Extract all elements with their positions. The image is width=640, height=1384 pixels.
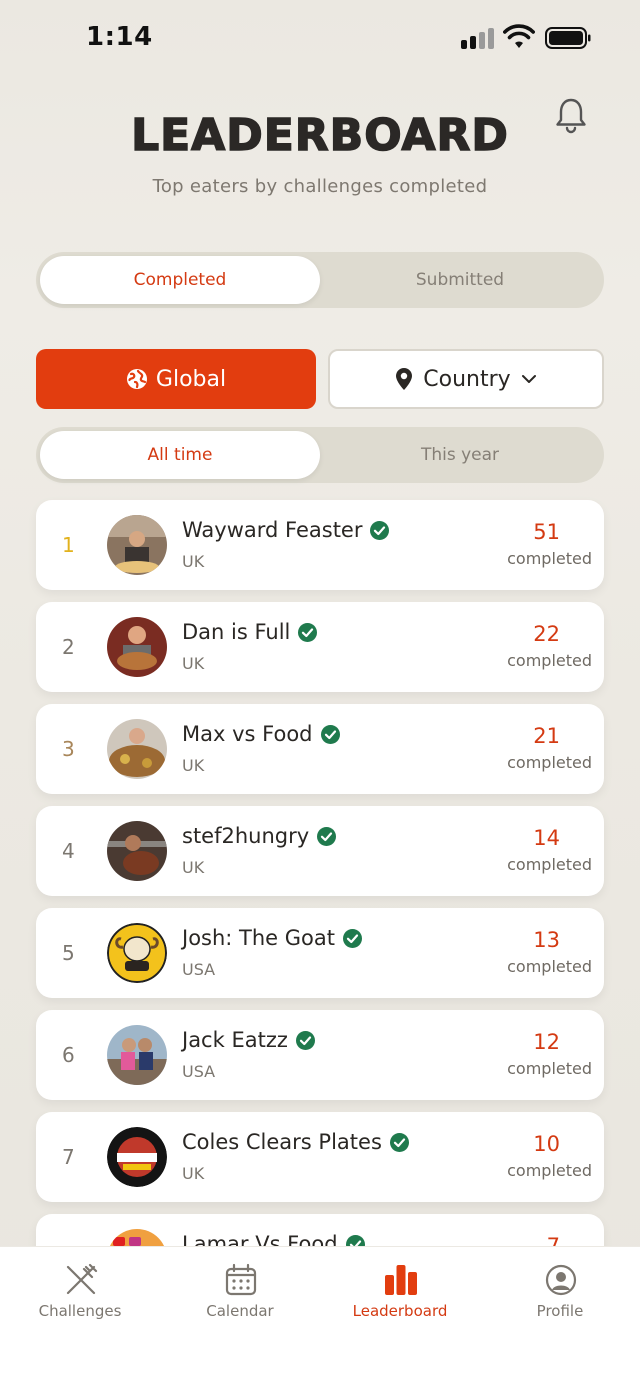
completed-label: completed <box>507 549 592 568</box>
completed-label: completed <box>507 855 592 874</box>
page-subtitle: Top eaters by challenges completed <box>152 176 488 197</box>
completed-label: completed <box>507 753 592 772</box>
leaderboard-row[interactable]: 6 Jack Eatzz USA 12 completed <box>36 1010 604 1100</box>
tab-all-time[interactable]: All time <box>40 431 320 479</box>
rank-number: 5 <box>62 941 75 965</box>
player-country: USA <box>182 1062 216 1081</box>
player-name: Jack Eatzz <box>182 1028 288 1052</box>
player-country: UK <box>182 858 205 877</box>
player-country: UK <box>182 756 205 775</box>
leaderboard-row[interactable]: 3 Max vs Food UK 21 completed <box>36 704 604 794</box>
location-pin-icon <box>396 368 413 390</box>
tab-challenges[interactable]: Challenges <box>0 1247 160 1347</box>
completed-count: 14 <box>533 826 560 850</box>
tab-label: Calendar <box>206 1302 274 1320</box>
rank-number: 8 <box>62 1214 75 1246</box>
player-name: stef2hungry <box>182 824 310 848</box>
tab-label: Challenges <box>38 1302 122 1320</box>
avatar <box>107 1127 167 1187</box>
chevron-down-icon <box>521 375 536 383</box>
cellular-signal-icon <box>461 27 495 49</box>
tab-label: Profile <box>536 1302 584 1320</box>
battery-icon <box>545 27 591 49</box>
verified-check-icon <box>298 622 318 642</box>
completed-count: 10 <box>533 1132 560 1156</box>
rank-number: 7 <box>62 1145 75 1169</box>
status-bar: 1:14 <box>0 0 640 76</box>
rank-number: 6 <box>62 1043 75 1067</box>
verified-check-icon <box>345 1234 365 1246</box>
completed-count: 21 <box>533 724 560 748</box>
leaderboard-row[interactable]: 4 stef2hungry UK 14 completed <box>36 806 604 896</box>
player-name: Coles Clears Plates <box>182 1130 382 1154</box>
verified-check-icon <box>295 1030 315 1050</box>
avatar <box>107 719 167 779</box>
leaderboard-row[interactable]: 2 Dan is Full UK 22 completed <box>36 602 604 692</box>
completed-count: 13 <box>533 928 560 952</box>
verified-check-icon <box>343 928 362 948</box>
avatar <box>107 821 167 881</box>
completed-label: completed <box>507 1161 592 1180</box>
avatar <box>107 515 167 575</box>
country-dropdown[interactable]: Country <box>328 349 604 409</box>
player-name: Wayward Feaster <box>182 518 363 542</box>
leaderboard-row[interactable]: 1 Wayward Feaster UK 51 completed <box>36 500 604 590</box>
leaderboard-row[interactable]: 7 Coles Clears Plates UK 10 completed <box>36 1112 604 1202</box>
verified-check-icon <box>370 520 390 540</box>
tab-calendar[interactable]: Calendar <box>160 1247 320 1347</box>
rank-number: 3 <box>62 737 75 761</box>
globe-icon <box>126 369 147 389</box>
player-country: UK <box>182 654 205 673</box>
avatar <box>107 923 167 983</box>
completed-count: 7 <box>546 1234 560 1246</box>
page-title: LEADERBOARD <box>130 109 509 162</box>
completed-count: 22 <box>533 622 560 646</box>
completed-count: 51 <box>533 520 560 544</box>
calendar-icon <box>225 1263 257 1296</box>
country-label: Country <box>423 366 511 392</box>
global-button[interactable]: Global <box>36 349 316 409</box>
player-country: UK <box>182 1164 205 1183</box>
tab-completed[interactable]: Completed <box>40 256 320 304</box>
tab-submitted[interactable]: Submitted <box>320 256 600 304</box>
tab-label: Leaderboard <box>352 1302 448 1320</box>
avatar <box>107 1025 167 1085</box>
leaderboard-row[interactable]: 8 Lamar Vs Food 7 <box>36 1214 604 1246</box>
verified-check-icon <box>389 1132 409 1152</box>
tab-this-year[interactable]: This year <box>320 431 600 479</box>
player-name: Josh: The Goat <box>182 926 335 950</box>
wifi-icon <box>503 24 535 48</box>
verified-check-icon <box>320 724 340 744</box>
completed-count: 12 <box>533 1030 560 1054</box>
tab-profile[interactable]: Profile <box>480 1247 640 1347</box>
rank-number: 2 <box>62 635 75 659</box>
mode-segmented-control: Completed Submitted <box>36 252 604 308</box>
avatar <box>107 1229 167 1246</box>
bottom-tab-bar: Challenges Calendar Leaderboard Profile <box>0 1246 640 1384</box>
completed-label: completed <box>507 651 592 670</box>
period-segmented-control: All time This year <box>36 427 604 483</box>
rank-number: 4 <box>62 839 75 863</box>
tab-leaderboard[interactable]: Leaderboard <box>320 1247 480 1347</box>
status-time: 1:14 <box>86 22 153 52</box>
global-label: Global <box>155 366 227 392</box>
player-name: Max vs Food <box>182 722 313 746</box>
player-name: Lamar Vs Food <box>182 1232 338 1246</box>
leaderboard-icon <box>385 1265 417 1295</box>
avatar <box>107 617 167 677</box>
rank-number: 1 <box>62 533 75 557</box>
completed-label: completed <box>507 1059 592 1078</box>
profile-icon <box>545 1264 577 1296</box>
player-country: UK <box>182 552 205 571</box>
fork-knife-icon <box>66 1263 98 1295</box>
verified-check-icon <box>317 826 337 846</box>
player-name: Dan is Full <box>182 620 291 644</box>
leaderboard-row[interactable]: 5 Josh: The Goat USA 13 completed <box>36 908 604 998</box>
player-country: USA <box>182 960 216 979</box>
completed-label: completed <box>507 957 592 976</box>
leaderboard-list[interactable]: 1 Wayward Feaster UK 51 completed 2 Dan … <box>0 496 640 1246</box>
